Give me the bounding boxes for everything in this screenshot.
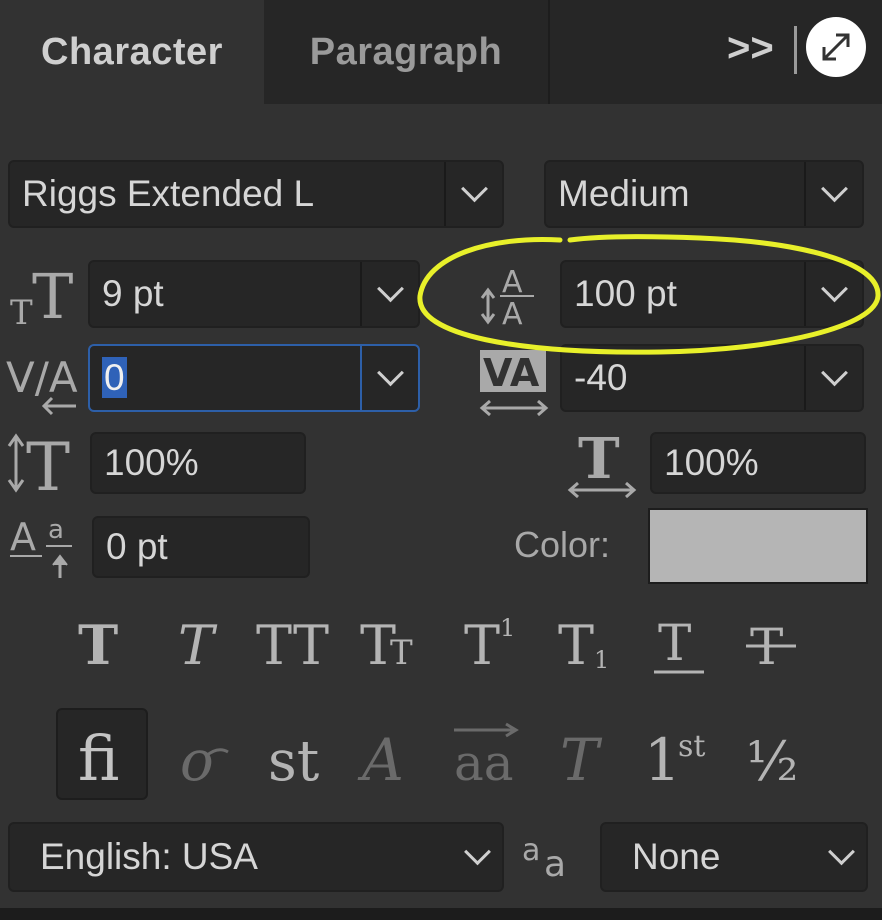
opentype-row: fi o st A aa T 1st ½ <box>56 708 816 808</box>
vertical-scale-field[interactable]: 100% <box>90 432 306 494</box>
panel-bottom-edge <box>0 908 882 920</box>
tab-paragraph[interactable]: Paragraph <box>264 0 550 104</box>
standard-ligatures-icon: fi <box>78 722 119 795</box>
font-size-icon: TT <box>6 262 78 328</box>
underline-icon: T <box>654 614 704 674</box>
svg-text:T: T <box>32 262 73 328</box>
expand-button[interactable] <box>806 17 866 77</box>
font-style-dropdown[interactable]: Medium <box>544 160 864 228</box>
svg-text:aa: aa <box>454 734 514 792</box>
svg-text:A: A <box>357 726 404 794</box>
expand-icon <box>822 33 850 61</box>
svg-text:T: T <box>10 293 33 328</box>
swash-icon: A <box>357 726 404 794</box>
baseline-shift-icon: A a <box>8 512 80 582</box>
svg-text:o: o <box>180 729 214 794</box>
discretionary-ligatures-icon: st <box>268 729 320 794</box>
horizontal-scale-value: 100% <box>664 442 759 483</box>
svg-text:st: st <box>268 729 320 794</box>
antialias-icon: aa <box>520 830 580 885</box>
baseline-shift-value: 0 pt <box>106 526 168 567</box>
faux-italic-icon: T <box>178 614 218 677</box>
contextual-alternates-icon: o <box>180 729 229 794</box>
svg-text:½: ½ <box>746 730 798 793</box>
language-value: English: USA <box>40 836 258 877</box>
tab-character[interactable]: Character <box>0 0 264 104</box>
kerning-value: 0 <box>102 357 127 398</box>
color-label: Color: <box>514 524 610 566</box>
subscript-icon: T1 <box>558 614 609 677</box>
svg-text:T: T <box>390 633 413 673</box>
tab-paragraph-label: Paragraph <box>309 30 503 73</box>
svg-text:A: A <box>10 515 36 559</box>
svg-text:T: T <box>560 726 603 794</box>
chevron-down-icon <box>820 174 848 202</box>
horizontal-scale-icon: T <box>564 426 640 500</box>
svg-text:T: T <box>558 614 594 677</box>
svg-text:st: st <box>678 729 705 764</box>
tab-character-label: Character <box>41 30 223 73</box>
svg-text:1: 1 <box>594 646 609 674</box>
svg-text:T: T <box>464 614 500 677</box>
svg-text:T: T <box>178 614 218 677</box>
all-caps-icon: TT <box>256 614 329 677</box>
tab-divider <box>794 26 797 74</box>
leading-highlight-annotation <box>417 234 881 355</box>
type-style-row: T T TT TT T1 T1 T T <box>60 608 820 684</box>
svg-text:1: 1 <box>500 614 515 642</box>
svg-text:a: a <box>522 833 540 868</box>
color-swatch[interactable] <box>648 508 868 584</box>
antialias-value: None <box>632 836 721 877</box>
color-label-text: Color: <box>514 524 611 565</box>
chevron-down-icon <box>460 174 488 202</box>
antialias-dropdown[interactable]: None <box>600 822 868 892</box>
antialias-chevron[interactable] <box>816 837 866 867</box>
kerning-value-wrap: 0 <box>90 357 360 399</box>
svg-text:fi: fi <box>78 722 119 795</box>
svg-text:TT: TT <box>256 614 329 677</box>
vertical-scale-icon: T <box>4 429 84 506</box>
svg-text:V/A: V/A <box>6 353 78 402</box>
vertical-scale-value: 100% <box>104 442 199 483</box>
font-family-chevron[interactable] <box>444 162 502 226</box>
baseline-shift-field[interactable]: 0 pt <box>92 516 310 578</box>
stylistic-alternates-icon: aa <box>454 722 519 792</box>
svg-text:T: T <box>78 613 118 677</box>
ordinals-icon: 1st <box>644 726 705 794</box>
superscript-icon: T1 <box>464 614 515 677</box>
chevron-down-icon <box>463 837 491 865</box>
language-dropdown[interactable]: English: USA <box>8 822 504 892</box>
font-style-value: Medium <box>558 173 690 214</box>
font-family-value: Riggs Extended L <box>22 173 315 214</box>
language-chevron[interactable] <box>452 837 502 867</box>
small-caps-icon: TT <box>360 614 413 677</box>
svg-text:T: T <box>658 614 691 672</box>
titling-alternates-icon: T <box>560 726 603 794</box>
svg-text:a: a <box>544 844 566 880</box>
svg-text:T: T <box>578 430 620 492</box>
svg-text:T: T <box>26 430 70 496</box>
strikethrough-icon: T <box>746 618 796 676</box>
kerning-icon: V/A <box>4 348 84 418</box>
svg-text:1: 1 <box>644 726 681 794</box>
panel-overflow-button[interactable]: >> <box>727 26 774 71</box>
font-size-field[interactable]: 9 pt <box>88 260 420 328</box>
font-style-chevron[interactable] <box>804 162 862 226</box>
faux-bold-icon: T <box>78 613 118 677</box>
fractions-icon: ½ <box>746 730 798 793</box>
kerning-field[interactable]: 0 <box>88 344 420 412</box>
overflow-label: >> <box>727 26 774 70</box>
font-family-dropdown[interactable]: Riggs Extended L <box>8 160 504 228</box>
chevron-down-icon <box>827 837 855 865</box>
svg-text:a: a <box>48 515 64 545</box>
horizontal-scale-field[interactable]: 100% <box>650 432 866 494</box>
font-size-value: 9 pt <box>102 273 164 314</box>
